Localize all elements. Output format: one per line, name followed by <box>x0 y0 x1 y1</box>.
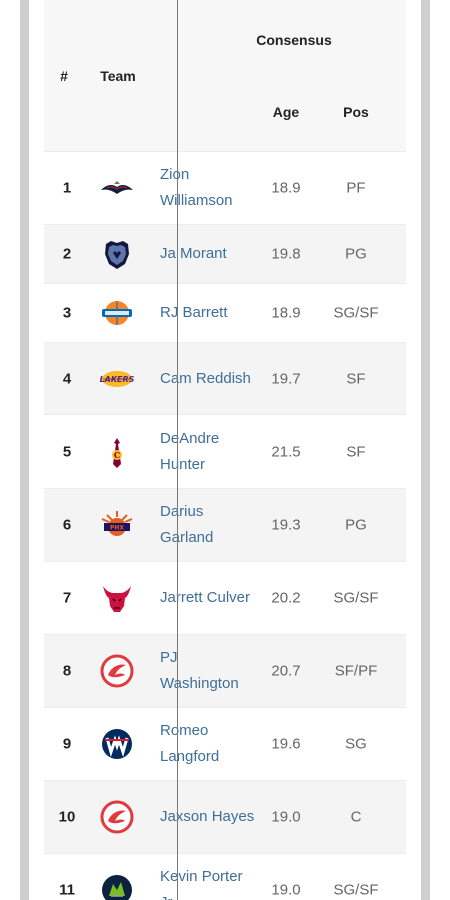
cavaliers-logo-icon: C <box>99 434 135 470</box>
pos-cell: PG <box>345 516 367 534</box>
rank-cell: 11 <box>59 881 75 899</box>
lakers-logo-icon: LAKERS <box>99 361 135 397</box>
player-name-link[interactable]: PJ Washington <box>160 645 256 697</box>
pos-cell: PF <box>346 179 366 197</box>
pos-cell: SG/SF <box>333 304 379 322</box>
hawks-logo-icon <box>99 653 135 689</box>
age-cell: 18.9 <box>271 304 301 322</box>
table-row: 5 C DeAndre Hunter 21.5 SF <box>44 414 406 488</box>
draft-rankings-card: # Team Consensus Age Pos 1 Zion Williams… <box>29 0 421 900</box>
age-cell: 20.7 <box>271 662 301 680</box>
player-name-link[interactable]: Zion Williamson <box>160 162 256 214</box>
table-row: 10 Jaxson Hayes 19.0 C <box>44 780 406 853</box>
column-header-pos[interactable]: Pos <box>334 104 378 120</box>
page-frame-left <box>20 0 29 900</box>
table-row: 2 Ja Morant 19.8 PG <box>44 224 406 283</box>
column-group-consensus: Consensus <box>256 32 332 48</box>
pos-cell: SG <box>345 735 367 753</box>
rank-cell: 1 <box>62 179 72 197</box>
table-row: 8 PJ Washington 20.7 SF/PF <box>44 634 406 707</box>
table-row: 3 RJ Barrett 18.9 SG/SF <box>44 283 406 342</box>
player-name-link[interactable]: Jarrett Culver <box>160 585 256 611</box>
column-header-team[interactable]: Team <box>87 68 149 84</box>
player-name-link[interactable]: Jaxson Hayes <box>160 804 256 830</box>
knicks-logo-icon <box>99 295 135 331</box>
age-cell: 18.9 <box>271 179 301 197</box>
table-header: # Team Consensus Age Pos <box>44 0 406 151</box>
table-row: 7 Jarrett Culver 20.2 SG/SF <box>44 561 406 634</box>
player-name-link[interactable]: Cam Reddish <box>160 366 256 392</box>
column-divider <box>177 0 178 900</box>
pos-cell: PG <box>345 245 367 263</box>
pos-cell: SG/SF <box>333 881 379 899</box>
age-cell: 20.2 <box>271 589 301 607</box>
suns-logo-icon: PHX <box>99 507 135 543</box>
pos-cell: SG/SF <box>333 589 379 607</box>
rank-cell: 6 <box>62 516 72 534</box>
age-cell: 19.8 <box>271 245 301 263</box>
table-row: 6 PHX Darius Garland 19.3 PG <box>44 488 406 561</box>
player-name-link[interactable]: Ja Morant <box>160 241 256 267</box>
player-name-link[interactable]: Romeo Langford <box>160 718 256 770</box>
pos-cell: SF <box>346 443 366 460</box>
bulls-logo-icon <box>99 580 135 616</box>
svg-text:C: C <box>114 450 120 460</box>
hawks-logo-icon <box>99 799 135 835</box>
player-name-link[interactable]: Kevin Porter Jr. <box>160 864 256 900</box>
table-row: 1 Zion Williamson 18.9 PF <box>44 151 406 224</box>
rank-cell: 9 <box>62 735 72 753</box>
rank-cell: 7 <box>62 589 72 607</box>
player-name-link[interactable]: RJ Barrett <box>160 300 256 326</box>
pos-cell: C <box>350 808 362 826</box>
table-row: 9 Romeo Langford 19.6 SG <box>44 707 406 780</box>
page-frame-right <box>421 0 430 900</box>
rank-cell: 10 <box>58 808 76 826</box>
pos-cell: SF <box>346 370 366 387</box>
pelicans-logo-icon <box>99 170 135 206</box>
player-name-link[interactable]: DeAndre Hunter <box>160 426 256 478</box>
grizzlies-logo-icon <box>99 236 135 272</box>
pos-cell: SF/PF <box>334 662 378 680</box>
age-cell: 19.0 <box>271 808 301 826</box>
rank-cell: 3 <box>62 304 72 322</box>
wizards-logo-icon <box>99 726 135 762</box>
column-header-rank[interactable]: # <box>57 68 71 84</box>
column-header-age[interactable]: Age <box>266 104 306 120</box>
age-cell: 19.3 <box>271 516 301 534</box>
table-row: 4 LAKERS Cam Reddish 19.7 SF <box>44 342 406 414</box>
rank-cell: 5 <box>62 443 72 460</box>
svg-text:PHX: PHX <box>110 525 124 532</box>
table-body: 1 Zion Williamson 18.9 PF 2 Ja Morant 19… <box>44 151 406 900</box>
age-cell: 19.0 <box>271 881 301 899</box>
rank-cell: 4 <box>62 370 72 387</box>
timberwolves-logo-icon <box>99 872 135 900</box>
player-name-link[interactable]: Darius Garland <box>160 499 256 551</box>
age-cell: 21.5 <box>271 443 301 460</box>
rank-cell: 2 <box>62 245 72 263</box>
age-cell: 19.6 <box>271 735 301 753</box>
table-row: 11 Kevin Porter Jr. 19.0 SG/SF <box>44 853 406 900</box>
age-cell: 19.7 <box>271 370 301 387</box>
rank-cell: 8 <box>62 662 72 680</box>
svg-text:LAKERS: LAKERS <box>100 375 135 384</box>
